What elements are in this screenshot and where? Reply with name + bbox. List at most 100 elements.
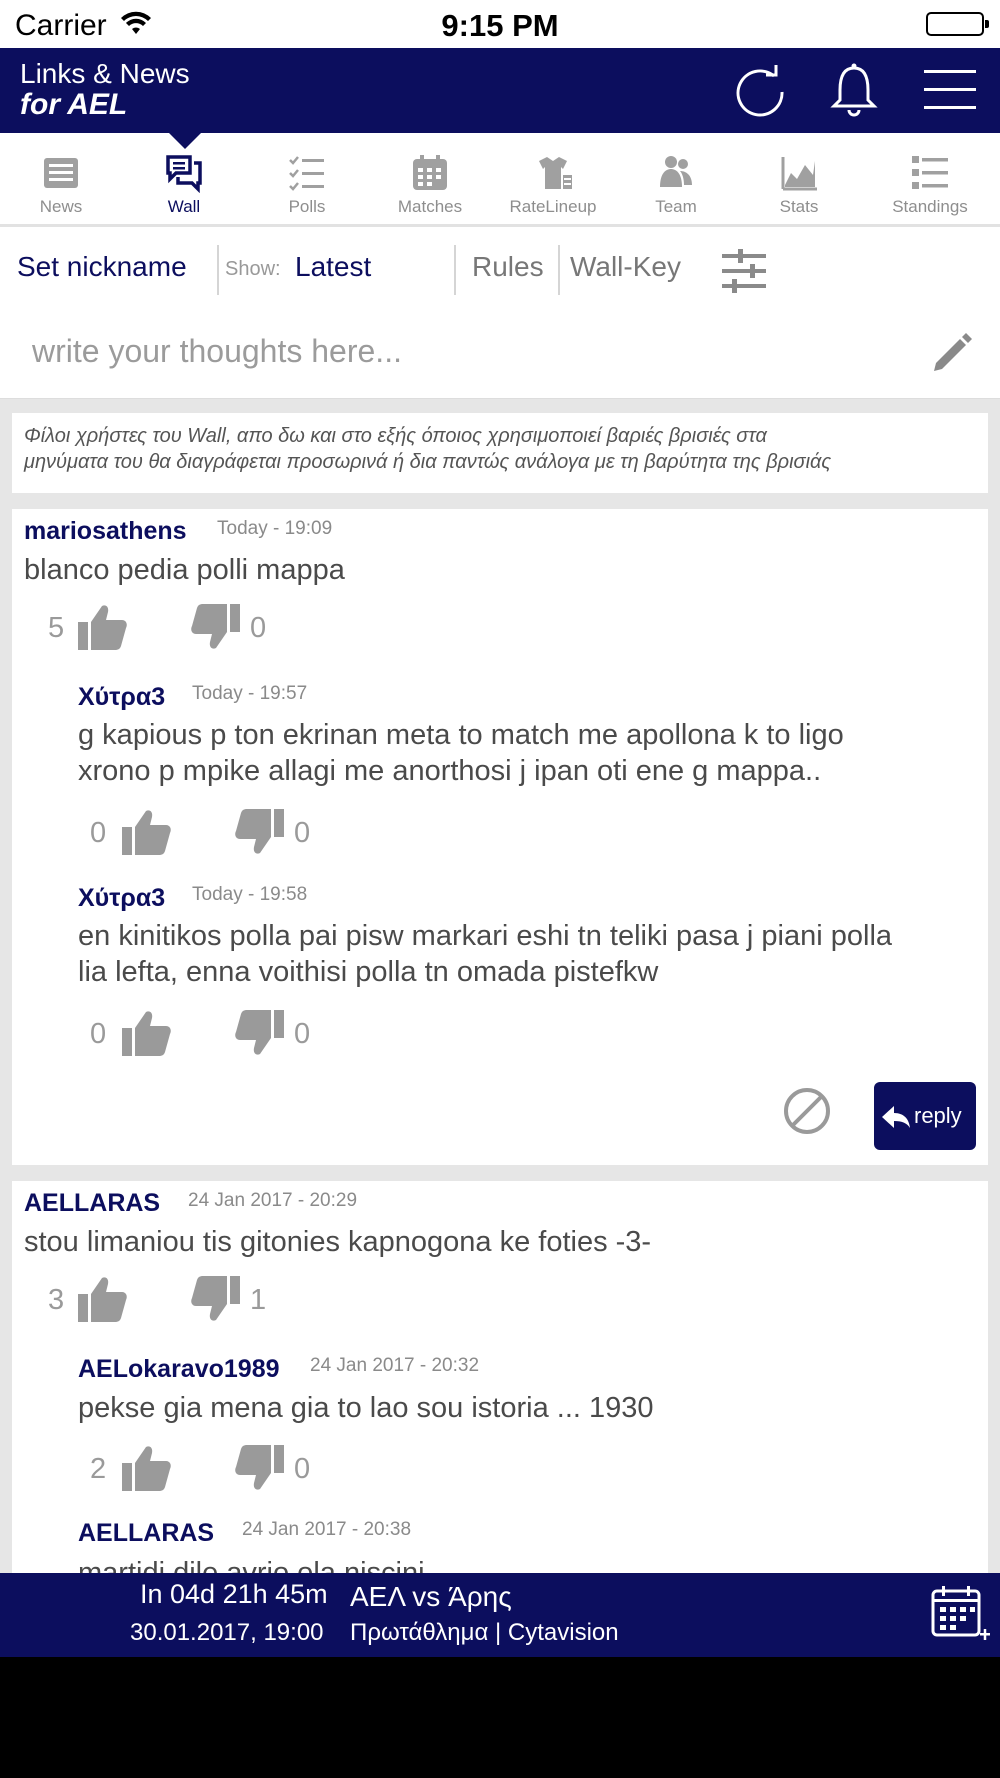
dislike-count: 0 bbox=[294, 1453, 311, 1485]
calendar-icon bbox=[410, 153, 450, 193]
shirt-icon bbox=[533, 153, 573, 193]
dislike-count: 0 bbox=[250, 612, 267, 644]
post-text: stou limaniou tis gitonies kapnogona ke … bbox=[24, 1226, 652, 1258]
reply-label: reply bbox=[914, 1103, 962, 1128]
active-tab-indicator bbox=[169, 133, 201, 149]
rules-button[interactable]: Rules bbox=[472, 251, 544, 283]
wall-post: AELLARAS 24 Jan 2017 - 20:29 stou limani… bbox=[12, 1181, 988, 1573]
post-author[interactable]: AELLARAS bbox=[24, 1189, 160, 1218]
post-timestamp: 24 Jan 2017 - 20:29 bbox=[188, 1190, 358, 1211]
wall-post: mariosathens Today - 19:09 blanco pedia … bbox=[12, 509, 988, 1165]
list-check-icon bbox=[287, 153, 327, 193]
compose-input[interactable]: write your thoughts here... bbox=[32, 333, 402, 370]
status-bar: Carrier 9:15 PM bbox=[0, 0, 1000, 48]
clock: 9:15 PM bbox=[441, 8, 559, 43]
dislike-count: 0 bbox=[294, 817, 311, 849]
dislike-count: 0 bbox=[294, 1018, 311, 1050]
add-calendar-icon[interactable] bbox=[930, 1583, 992, 1647]
tab-label: Wall bbox=[167, 197, 201, 216]
tab-label: Team bbox=[655, 197, 697, 216]
bell-icon[interactable] bbox=[824, 60, 884, 120]
reply-arrow-icon bbox=[882, 1106, 910, 1128]
thumbs-up-icon[interactable] bbox=[120, 807, 172, 857]
block-icon[interactable] bbox=[782, 1086, 832, 1136]
reply-text-line: martidi dile avrio ola niscini bbox=[78, 1557, 425, 1573]
tab-bar: News Wall Polls Matches RateLineup Team … bbox=[0, 133, 1000, 227]
thumbs-up-icon[interactable] bbox=[76, 1274, 128, 1324]
wall-feed[interactable]: Φίλοι χρήστες του Wall, απο δω και στο ε… bbox=[0, 399, 1000, 1573]
vote-row: 3 1 bbox=[42, 1274, 266, 1324]
people-icon bbox=[656, 153, 696, 193]
thumbs-down-icon[interactable] bbox=[234, 1443, 286, 1493]
vote-row: 2 0 bbox=[90, 1443, 310, 1493]
dislike-count: 1 bbox=[250, 1284, 267, 1316]
notice-line: Φίλοι χρήστες του Wall, απο δω και στο ε… bbox=[24, 425, 767, 447]
wall-toolbar: Set nickname Show: Latest Rules Wall-Key bbox=[0, 227, 1000, 307]
tab-news[interactable]: News bbox=[1, 133, 121, 225]
reply-text-line: xrono p mpike allagi me anorthosi j ipan… bbox=[78, 755, 822, 787]
thumbs-down-icon[interactable] bbox=[190, 602, 242, 652]
reply-author[interactable]: Χύτρα3 bbox=[78, 683, 165, 712]
set-nickname-button[interactable]: Set nickname bbox=[17, 251, 187, 283]
match-countdown: In 04d 21h 45m bbox=[140, 1579, 328, 1609]
like-count: 3 bbox=[48, 1284, 65, 1316]
tab-polls[interactable]: Polls bbox=[247, 133, 367, 225]
like-count: 5 bbox=[48, 612, 65, 644]
reply-text-line: pekse gia mena gia to lao sou istoria ..… bbox=[78, 1392, 654, 1424]
news-icon bbox=[41, 153, 81, 193]
sliders-icon[interactable] bbox=[720, 247, 768, 295]
reply-text-line: en kinitikos polla pai pisw markari eshi… bbox=[78, 920, 893, 952]
reply-timestamp: 24 Jan 2017 - 20:38 bbox=[242, 1519, 412, 1540]
app-title: Links & News bbox=[20, 58, 190, 89]
thumbs-up-icon[interactable] bbox=[76, 602, 128, 652]
tab-team[interactable]: Team bbox=[616, 133, 736, 225]
thumbs-down-icon[interactable] bbox=[234, 1008, 286, 1058]
app-header: Links & News for AEL bbox=[0, 48, 1000, 133]
tab-stats[interactable]: Stats bbox=[739, 133, 859, 225]
battery-icon bbox=[926, 12, 989, 36]
tab-label: Standings bbox=[892, 197, 968, 216]
menu-icon[interactable] bbox=[920, 60, 980, 120]
pencil-icon[interactable] bbox=[930, 331, 974, 375]
like-count: 2 bbox=[90, 1453, 107, 1485]
match-competition: Πρωτάθλημα | Cytavision bbox=[350, 1619, 619, 1646]
vote-row: 0 0 bbox=[90, 807, 310, 857]
notice-line: μηνύματα του θα διαγράφεται προσωρινά ή … bbox=[24, 451, 832, 473]
reply-author[interactable]: Χύτρα3 bbox=[78, 884, 165, 913]
wall-key-button[interactable]: Wall-Key bbox=[570, 251, 681, 283]
reply-button[interactable]: reply bbox=[874, 1082, 976, 1150]
reply-author[interactable]: AELokaravo1989 bbox=[78, 1355, 280, 1384]
refresh-icon[interactable] bbox=[730, 60, 790, 120]
show-label: Show: bbox=[225, 258, 281, 280]
show-filter-select[interactable]: Latest bbox=[295, 251, 371, 283]
app-screen: Carrier 9:15 PM Links & News for AEL New… bbox=[0, 0, 1000, 1657]
next-match-bar[interactable]: In 04d 21h 45m ΑΕΛ vs Άρης 30.01.2017, 1… bbox=[0, 1573, 1000, 1657]
vote-row: 0 0 bbox=[90, 1008, 310, 1058]
reply-text-line: lia lefta, enna voithisi polla tn omada … bbox=[78, 956, 659, 988]
notice-banner: Φίλοι χρήστες του Wall, απο δω και στο ε… bbox=[12, 413, 988, 493]
tab-label: Stats bbox=[779, 197, 819, 216]
tab-label: Polls bbox=[288, 197, 326, 216]
tab-standings[interactable]: Standings bbox=[870, 133, 990, 225]
reply-timestamp: Today - 19:58 bbox=[192, 884, 308, 905]
like-count: 0 bbox=[90, 817, 107, 849]
post-text: blanco pedia polli mappa bbox=[24, 554, 345, 586]
thumbs-down-icon[interactable] bbox=[234, 807, 286, 857]
tab-matches[interactable]: Matches bbox=[370, 133, 490, 225]
thumbs-up-icon[interactable] bbox=[120, 1008, 172, 1058]
reply-author[interactable]: AELLARAS bbox=[78, 1519, 214, 1548]
tab-ratelineup[interactable]: RateLineup bbox=[493, 133, 613, 225]
like-count: 0 bbox=[90, 1018, 107, 1050]
thumbs-down-icon[interactable] bbox=[190, 1274, 242, 1324]
post-author[interactable]: mariosathens bbox=[24, 517, 187, 546]
thumbs-up-icon[interactable] bbox=[120, 1443, 172, 1493]
ranking-icon bbox=[910, 153, 950, 193]
chart-icon bbox=[779, 153, 819, 193]
compose-area[interactable]: write your thoughts here... bbox=[0, 307, 1000, 399]
app-subtitle: for AEL bbox=[20, 88, 128, 121]
vote-row: 5 0 bbox=[42, 602, 266, 652]
match-datetime: 30.01.2017, 19:00 bbox=[130, 1619, 324, 1646]
divider bbox=[217, 245, 219, 295]
tab-label: Matches bbox=[397, 197, 463, 216]
reply-timestamp: Today - 19:57 bbox=[192, 683, 308, 704]
